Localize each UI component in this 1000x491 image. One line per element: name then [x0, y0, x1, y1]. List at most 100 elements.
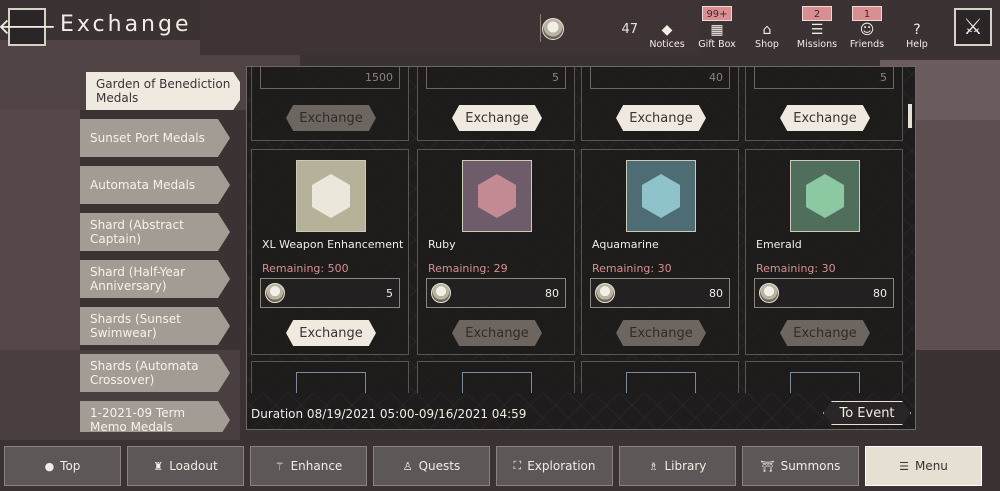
exchange-button[interactable]: Exchange — [452, 320, 542, 346]
exchange-grid[interactable]: 1500 Exchange 5 Exchange 40 Exchange 5 E… — [251, 67, 907, 393]
missions-button[interactable]: 2 ☰ Missions — [792, 6, 842, 50]
missions-badge: 2 — [802, 6, 832, 21]
category-item-shard-half-year[interactable]: Shard (Half-Year Anniversary) — [80, 260, 230, 298]
exchange-button[interactable]: Exchange — [452, 105, 542, 131]
exploration-icon: ⛶ — [513, 459, 522, 472]
cost-field: 5 — [754, 67, 894, 89]
item-frame — [790, 372, 860, 393]
cost-field: 5 — [260, 278, 400, 308]
menu-icon: ☰ — [899, 459, 909, 473]
weapon-enhancement-icon — [312, 174, 350, 218]
exchange-button[interactable]: Exchange — [780, 320, 870, 346]
currency-display: 47 — [542, 16, 638, 42]
bottom-nav-label: Top — [60, 459, 81, 473]
category-item-automata[interactable]: Automata Medals — [80, 166, 230, 204]
scrollbar[interactable] — [908, 104, 912, 128]
shop-icon: ⌂ — [762, 22, 772, 38]
exchange-card-partial — [581, 361, 739, 393]
item-frame — [790, 160, 860, 232]
bottom-nav-label: Library — [664, 459, 707, 473]
cost-value: 5 — [386, 286, 393, 300]
category-label: Sunset Port Medals — [90, 131, 205, 145]
category-label: Shard (Abstract Captain) — [90, 218, 184, 246]
exchange-card-partial — [745, 361, 903, 393]
back-button[interactable]: 🡐 — [0, 8, 57, 46]
item-remaining: Remaining: 30 — [756, 262, 836, 275]
category-label: Shards (Automata Crossover) — [90, 359, 199, 387]
to-event-button[interactable]: To Event — [823, 401, 911, 425]
gift-box-button[interactable]: 99+ ▦ Gift Box — [692, 6, 742, 50]
shop-label: Shop — [755, 39, 779, 50]
item-name: Aquamarine — [592, 238, 659, 251]
item-frame — [296, 160, 366, 232]
exchange-panel: 1500 Exchange 5 Exchange 40 Exchange 5 E… — [246, 66, 916, 430]
bottom-nav-summons[interactable]: ⛩ Summons — [742, 446, 859, 486]
friends-label: Friends — [849, 39, 885, 50]
gift-box-icon: ▦ — [710, 22, 724, 38]
bottom-nav-enhance[interactable]: ⚚ Enhance — [250, 446, 367, 486]
item-remaining: Remaining: 500 — [262, 262, 349, 275]
bottom-nav-label: Summons — [780, 459, 841, 473]
bottom-nav-library[interactable]: ♗ Library — [619, 446, 736, 486]
bottom-nav-label: Enhance — [290, 459, 343, 473]
missions-label: Missions — [796, 39, 838, 50]
exchange-button[interactable]: Exchange — [286, 105, 376, 131]
item-name: Ruby — [428, 238, 456, 251]
cost-field: 5 — [426, 67, 566, 89]
cost-field: 40 — [590, 67, 730, 89]
item-frame — [462, 160, 532, 232]
bottom-nav-quests[interactable]: ♙ Quests — [373, 446, 490, 486]
category-item-shards-sunset-swimwear[interactable]: Shards (Sunset Swimwear) — [80, 307, 230, 345]
background-block — [0, 110, 80, 350]
friends-button[interactable]: 1 ☺ Friends — [842, 6, 892, 50]
friends-icon: ☺ — [859, 22, 875, 38]
aquamarine-icon — [642, 174, 680, 218]
exchange-button[interactable]: Exchange — [780, 105, 870, 131]
gift-box-label: Gift Box — [698, 39, 736, 50]
medal-icon — [759, 283, 779, 303]
medal-icon — [542, 18, 564, 40]
arrow-left-icon: 🡐 — [0, 15, 57, 40]
bottom-nav-loadout[interactable]: ♜ Loadout — [127, 446, 244, 486]
category-label: Shard (Half-Year Anniversary) — [90, 265, 186, 293]
medal-icon — [431, 283, 451, 303]
medal-icon — [265, 283, 285, 303]
exchange-button[interactable]: Exchange — [616, 105, 706, 131]
crossed-swords-icon: ⚔ — [963, 14, 983, 40]
bottom-nav-exploration[interactable]: ⛶ Exploration — [496, 446, 613, 486]
close-button[interactable]: ⚔ — [954, 8, 992, 46]
bottom-nav-label: Exploration — [527, 459, 596, 473]
help-button[interactable]: ? Help — [892, 6, 942, 50]
shop-button[interactable]: ⌂ Shop — [742, 6, 792, 50]
item-remaining: Remaining: 30 — [592, 262, 672, 275]
missions-icon: ☰ — [810, 22, 824, 38]
exchange-card: Ruby Remaining: 29 80 Exchange — [417, 149, 575, 355]
category-item-shard-abstract-captain[interactable]: Shard (Abstract Captain) — [80, 213, 230, 251]
category-item-shards-automata-crossover[interactable]: Shards (Automata Crossover) — [80, 354, 230, 392]
bottom-nav-label: Menu — [914, 459, 948, 473]
cost-field: 80 — [426, 278, 566, 308]
exchange-card-partial — [251, 361, 409, 393]
top-bar: 🡐 Exchange 47 ◆ Notices 99+ ▦ Gift Box ⌂… — [0, 0, 1000, 56]
bottom-nav-label: Loadout — [169, 459, 218, 473]
category-item-term-memo-medals[interactable]: 1-2021-09 Term Memo Medals — [80, 401, 230, 432]
bottom-nav-top[interactable]: ● Top — [4, 446, 121, 486]
exchange-card-partial: 40 Exchange — [581, 67, 739, 141]
notices-icon: ◆ — [661, 22, 673, 38]
exchange-button[interactable]: Exchange — [616, 320, 706, 346]
category-item-garden-of-benediction[interactable]: Garden of Benediction Medals — [86, 72, 240, 110]
gift-box-badge: 99+ — [702, 6, 732, 21]
emerald-icon — [806, 174, 844, 218]
ruby-icon — [478, 174, 516, 218]
category-item-sunset-port[interactable]: Sunset Port Medals — [80, 119, 230, 157]
notices-button[interactable]: ◆ Notices — [642, 6, 692, 50]
category-list: Garden of Benediction Medals Sunset Port… — [80, 72, 240, 432]
item-frame — [626, 372, 696, 393]
item-remaining: Remaining: 29 — [428, 262, 508, 275]
category-label: 1-2021-09 Term Memo Medals — [90, 406, 186, 432]
exchange-button[interactable]: Exchange — [286, 320, 376, 346]
background-block — [910, 120, 1000, 350]
category-label: Garden of Benediction Medals — [96, 77, 231, 105]
cost-field: 80 — [590, 278, 730, 308]
bottom-nav-menu[interactable]: ☰ Menu — [865, 446, 982, 486]
